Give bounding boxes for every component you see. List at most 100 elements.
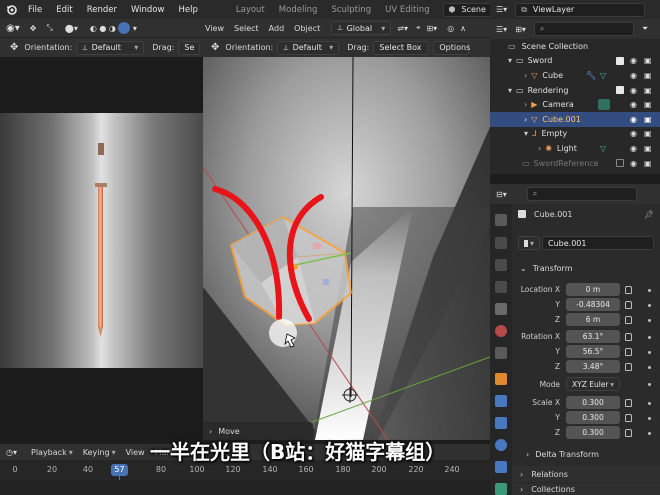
outliner-item-light[interactable]: › ✺ Light ▽ ◉ ▣ — [490, 141, 660, 156]
view-layer-selector[interactable]: ⧉ ViewLayer — [515, 2, 646, 17]
editor-type-icon[interactable]: ☰▾ — [496, 5, 507, 14]
menu-edit[interactable]: Edit — [49, 5, 79, 15]
shading-dropdown-icon[interactable]: ▾ — [133, 24, 137, 33]
camera-render-icon[interactable]: ▣ — [644, 144, 652, 153]
camera-render-icon[interactable]: ▣ — [644, 86, 652, 95]
proportional-falloff-icon[interactable]: ∧ — [460, 24, 466, 33]
location-x-field[interactable]: 0 m — [566, 283, 620, 296]
viewport-menu-object[interactable]: Object — [289, 24, 325, 33]
scale-z-field[interactable]: 0.300 — [566, 426, 620, 439]
camera-render-icon[interactable]: ▣ — [644, 115, 652, 124]
keyframe-dot-icon[interactable] — [648, 383, 651, 386]
collections-header[interactable]: › Collections — [512, 484, 660, 495]
location-y-field[interactable]: -0.48304 — [566, 298, 620, 311]
overlay-icon[interactable]: ⬤▾ — [65, 24, 78, 33]
camera-render-icon[interactable]: ▣ — [644, 71, 652, 80]
blender-logo-icon[interactable] — [6, 4, 17, 15]
outliner-item-cube[interactable]: › ▽ Cube 🔧︎ ▽ ◉ ▣ — [490, 68, 660, 83]
orientation-dropdown[interactable]: ⟂ Default ▾ — [76, 40, 145, 55]
rotation-y-field[interactable]: 56.5° — [566, 345, 620, 358]
outliner-type-icon[interactable]: ☰▾ — [496, 25, 507, 34]
rotation-x-field[interactable]: 63.1° — [566, 330, 620, 343]
keyframe-dot-icon[interactable] — [648, 319, 651, 322]
camera-render-icon[interactable]: ▣ — [644, 129, 652, 138]
drag-dropdown[interactable]: Se — [178, 40, 201, 55]
expand-arrow-icon[interactable]: › — [538, 144, 541, 153]
datablock-type-dropdown[interactable]: ▾ — [518, 236, 540, 250]
physics-tab-icon[interactable] — [495, 439, 507, 451]
lock-icon[interactable] — [625, 316, 632, 324]
world-tab-icon[interactable] — [495, 325, 507, 337]
expand-arrow-icon[interactable]: › — [524, 115, 527, 124]
checkbox-icon[interactable] — [616, 86, 624, 95]
eye-icon[interactable]: ◉ — [630, 115, 637, 124]
expand-arrow-icon[interactable]: ▾ — [524, 129, 528, 138]
delta-transform-header[interactable]: › Delta Transform — [512, 446, 660, 462]
lock-icon[interactable] — [625, 414, 632, 422]
filter-icon[interactable]: ⏷ — [642, 24, 648, 34]
editor-type-icon[interactable]: ◉▾ — [6, 23, 20, 34]
outliner-search-input[interactable]: ⌕ — [533, 22, 634, 36]
menu-help[interactable]: Help — [171, 5, 204, 15]
editor-type-icon[interactable]: ◷▾ — [6, 448, 17, 457]
snap-toggle-icon[interactable]: ⌖ — [416, 23, 421, 33]
keyframe-dot-icon[interactable] — [648, 289, 651, 292]
options-dropdown[interactable]: Options — [433, 40, 470, 55]
scale-x-field[interactable]: 0.300 — [566, 396, 620, 409]
keyframe-dot-icon[interactable] — [648, 351, 651, 354]
current-frame-indicator[interactable]: 57 — [111, 464, 128, 476]
eye-icon[interactable]: ◉ — [630, 71, 637, 80]
editor-separator[interactable] — [490, 174, 660, 184]
viewport-menu-add[interactable]: Add — [264, 24, 290, 33]
outliner-display-icon[interactable]: ⊞▾ — [515, 25, 526, 34]
lock-icon[interactable] — [625, 363, 632, 371]
eye-icon[interactable]: ◉ — [630, 56, 637, 65]
pin-icon[interactable]: 📌︎ — [644, 210, 654, 219]
constraints-tab-icon[interactable] — [495, 461, 507, 473]
outliner-item-sword-reference[interactable]: ▭ SwordReference ◉ ▣ — [490, 156, 660, 171]
keyframe-dot-icon[interactable] — [648, 366, 651, 369]
rotation-mode-dropdown[interactable]: XYZ Euler ▾ — [566, 377, 620, 391]
lock-icon[interactable] — [625, 301, 632, 309]
keyframe-dot-icon[interactable] — [648, 432, 651, 435]
outliner-item-sword[interactable]: ▾ ▭ Sword ◉ ▣ — [490, 54, 660, 69]
tab-uv-editing[interactable]: UV Editing — [378, 5, 436, 15]
keyframe-dot-icon[interactable] — [648, 417, 651, 420]
timeline-menu-keying[interactable]: Keying — [83, 448, 110, 457]
relations-header[interactable]: › Relations — [512, 466, 660, 482]
lock-icon[interactable] — [625, 348, 632, 356]
datablock-name-field[interactable]: Cube.001 — [542, 236, 654, 250]
eye-icon[interactable]: ◉ — [630, 144, 637, 153]
rotation-z-field[interactable]: 3.48° — [566, 360, 620, 373]
drag-dropdown[interactable]: Select Box — [373, 40, 430, 55]
camera-render-icon[interactable]: ▣ — [644, 100, 652, 109]
outliner-item-scene-collection[interactable]: ▭ Scene Collection — [490, 39, 660, 54]
camera-render-icon[interactable]: ▣ — [644, 56, 652, 65]
viewport-menu-select[interactable]: Select — [229, 24, 264, 33]
eye-icon[interactable]: ◉ — [630, 129, 637, 138]
move-tool-icon[interactable]: ✥ — [30, 24, 37, 33]
expand-arrow-icon[interactable]: ▾ — [508, 56, 512, 65]
shading-solid-icon[interactable]: ◐ ● ◑ — [90, 24, 116, 33]
viewport-menu-view[interactable]: View — [203, 24, 229, 33]
collection-tab-icon[interactable] — [495, 347, 507, 359]
outliner-item-camera[interactable]: › ▶ Camera ◉ ▣ — [490, 97, 660, 112]
checkbox-icon[interactable] — [616, 56, 624, 65]
scale-y-field[interactable]: 0.300 — [566, 411, 620, 424]
transform-panel-header[interactable]: ⌄ Transform — [512, 260, 660, 276]
transform-orientation-dropdown[interactable]: ⟂ Global ▾ — [331, 21, 392, 35]
properties-search-input[interactable]: ⌕ — [526, 187, 637, 201]
checkbox-icon[interactable] — [616, 159, 624, 168]
proportional-edit-icon[interactable]: ◎ — [447, 24, 454, 33]
orientation-dropdown[interactable]: ⟂ Default ▾ — [277, 40, 340, 55]
outliner-item-rendering[interactable]: ▾ ▭ Rendering ◉ ▣ — [490, 83, 660, 98]
particles-tab-icon[interactable] — [495, 417, 507, 429]
timeline-menu-view[interactable]: View — [126, 448, 145, 457]
editor-type-icon[interactable]: ⊟▾ — [496, 190, 507, 199]
expand-arrow-icon[interactable]: › — [524, 71, 527, 80]
eye-icon[interactable]: ◉ — [630, 86, 637, 95]
snap-icon[interactable]: ⤡ — [46, 23, 52, 33]
timeline-menu-playback[interactable]: Playback — [31, 448, 67, 457]
tab-layout[interactable]: Layout — [229, 5, 272, 15]
camera-render-icon[interactable]: ▣ — [644, 159, 652, 168]
